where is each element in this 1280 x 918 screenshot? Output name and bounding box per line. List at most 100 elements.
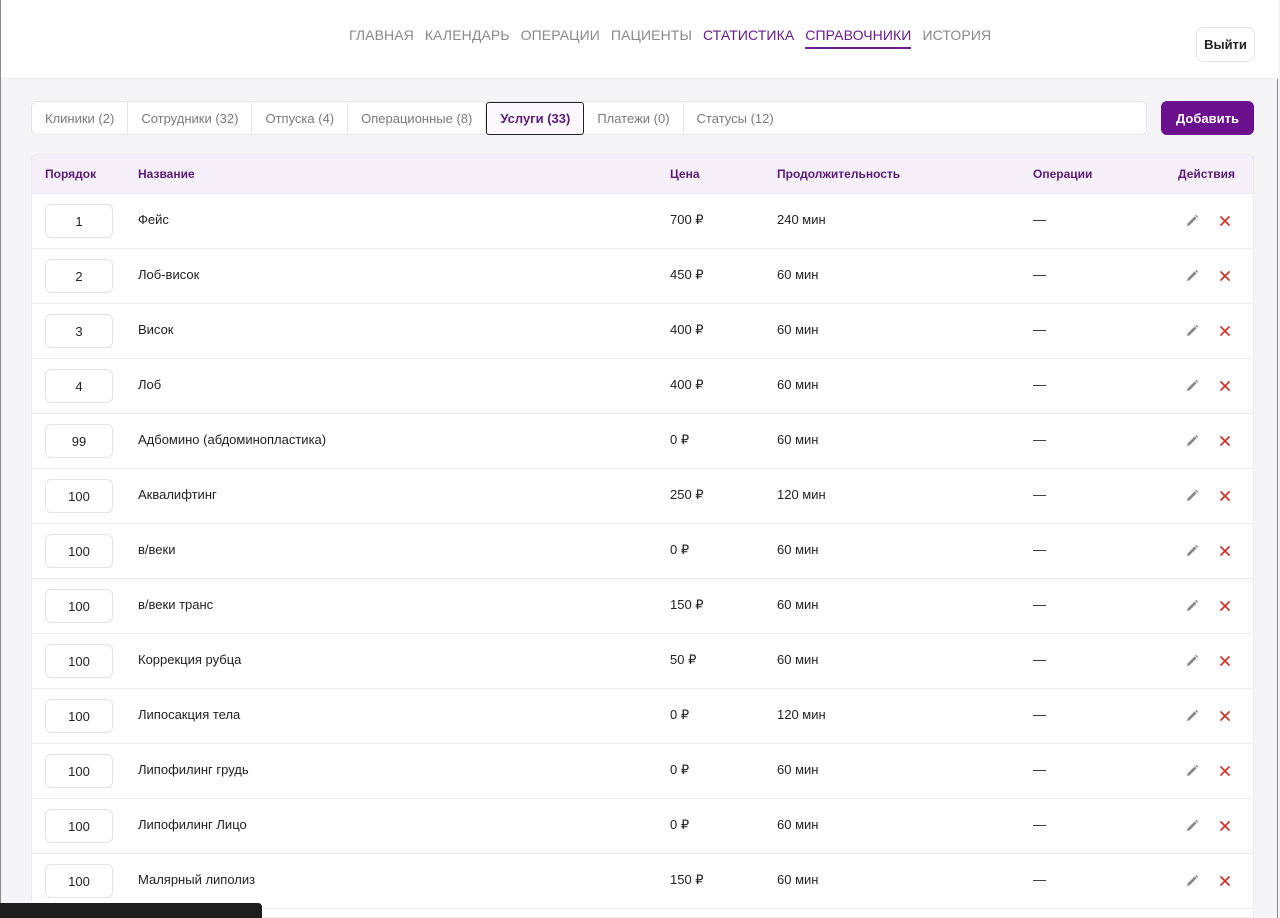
edit-icon[interactable] [1185,379,1199,393]
tab-5[interactable]: Платежи (0) [584,102,684,134]
tab-2[interactable]: Отпуска (4) [252,102,349,134]
nav-item-3[interactable]: ПАЦИЕНТЫ [611,27,692,49]
edit-icon[interactable] [1185,709,1199,723]
service-operations: — [1033,707,1046,722]
service-price: 0 ₽ [670,432,690,447]
order-input[interactable]: 99 [45,424,113,458]
tab-4[interactable]: Услуги (33) [486,102,585,135]
table-row: 1 Фейс 700 ₽ 240 мин — [32,194,1253,249]
service-name: Малярный липолиз [138,872,256,887]
service-name: в/веки транс [138,597,214,612]
header-name[interactable]: Название [138,167,195,181]
table-row: 100 Липосакция тела 0 ₽ 120 мин — [32,689,1253,744]
edit-icon[interactable] [1185,764,1199,778]
service-duration: 60 мин [777,432,819,447]
service-operations: — [1033,377,1046,392]
reference-tabs: Клиники (2) Сотрудники (32) Отпуска (4) Опе… [31,101,1147,135]
delete-icon[interactable] [1218,819,1232,833]
add-button[interactable]: Добавить [1161,101,1254,135]
header-actions: Действия [1178,167,1236,181]
order-input[interactable]: 100 [45,864,113,898]
order-input[interactable]: 100 [45,699,113,733]
nav-item-5[interactable]: СПРАВОЧНИКИ [805,27,912,49]
edit-icon[interactable] [1185,434,1199,448]
tab-1[interactable]: Сотрудники (32) [128,102,253,134]
service-duration: 60 мин [777,322,819,337]
service-name: Адбомино (абдоминопластика) [138,432,327,447]
nav-item-1[interactable]: КАЛЕНДАРЬ [425,27,510,49]
edit-icon[interactable] [1185,544,1199,558]
service-price: 0 ₽ [670,762,690,777]
nav-item-6[interactable]: ИСТОРИЯ [922,27,991,49]
service-operations: — [1033,267,1046,282]
service-price: 400 ₽ [670,377,704,392]
tab-0[interactable]: Клиники (2) [32,102,129,134]
edit-icon[interactable] [1185,324,1199,338]
table-row: 100 в/веки 0 ₽ 60 мин — [32,524,1253,579]
order-input[interactable]: 4 [45,369,113,403]
service-price: 400 ₽ [670,322,704,337]
nav-item-4[interactable]: СТАТИСТИКА [703,27,794,49]
delete-icon[interactable] [1218,434,1232,448]
service-operations: — [1033,322,1046,337]
header-duration[interactable]: Продолжительность [777,167,900,181]
table-row: 100 Коррекция рубца 50 ₽ 60 мин — [32,634,1253,689]
delete-icon[interactable] [1218,489,1232,503]
order-input[interactable]: 1 [45,204,113,238]
order-input[interactable]: 100 [45,644,113,678]
delete-icon[interactable] [1218,709,1232,723]
url-status-tooltip [0,903,262,918]
order-input[interactable]: 100 [45,534,113,568]
service-duration: 60 мин [777,652,819,667]
order-input[interactable]: 100 [45,754,113,788]
nav-item-2[interactable]: ОПЕРАЦИИ [521,27,600,49]
service-operations: — [1033,652,1046,667]
service-price: 250 ₽ [670,487,704,502]
service-price: 150 ₽ [670,597,704,612]
delete-icon[interactable] [1218,599,1232,613]
service-duration: 120 мин [777,707,826,722]
edit-icon[interactable] [1185,489,1199,503]
main-nav: ГЛАВНАЯ КАЛЕНДАРЬ ОПЕРАЦИИ ПАЦИЕНТЫ СТАТИСТИ… [349,27,991,49]
edit-icon[interactable] [1185,654,1199,668]
order-input[interactable]: 100 [45,479,113,513]
order-input[interactable]: 100 [45,809,113,843]
edit-icon[interactable] [1185,599,1199,613]
service-name: Лоб [138,377,162,392]
edit-icon[interactable] [1185,874,1199,888]
service-price: 450 ₽ [670,267,704,282]
delete-icon[interactable] [1218,764,1232,778]
table-row: 100 Липофилинг грудь 0 ₽ 60 мин — [32,744,1253,799]
delete-icon[interactable] [1218,654,1232,668]
nav-item-0[interactable]: ГЛАВНАЯ [349,27,414,49]
delete-icon[interactable] [1218,269,1232,283]
delete-icon[interactable] [1218,214,1232,228]
service-price: 0 ₽ [670,707,690,722]
service-operations: — [1033,542,1046,557]
service-name: в/веки [138,542,176,557]
tab-3[interactable]: Операционные (8) [348,102,487,134]
edit-icon[interactable] [1185,214,1199,228]
delete-icon[interactable] [1218,544,1232,558]
header-operations: Операции [1033,167,1093,181]
table-row: 3 Висок 400 ₽ 60 мин — [32,304,1253,359]
table-row: 100 Аквалифтинг 250 ₽ 120 мин — [32,469,1253,524]
order-input[interactable]: 3 [45,314,113,348]
order-input[interactable]: 2 [45,259,113,293]
edit-icon[interactable] [1185,269,1199,283]
service-operations: — [1033,817,1046,832]
service-price: 50 ₽ [670,652,697,667]
service-duration: 60 мин [777,817,819,832]
delete-icon[interactable] [1218,324,1232,338]
service-price: 700 ₽ [670,212,704,227]
services-table: Порядок Название Цена Продолжительность … [31,154,1254,918]
header-price[interactable]: Цена [670,167,700,181]
tab-6[interactable]: Статусы (12) [684,102,787,134]
service-duration: 60 мин [777,872,819,887]
logout-button[interactable]: Выйти [1196,27,1255,62]
delete-icon[interactable] [1218,379,1232,393]
delete-icon[interactable] [1218,874,1232,888]
edit-icon[interactable] [1185,819,1199,833]
order-input[interactable]: 100 [45,589,113,623]
header-order[interactable]: Порядок [45,167,96,181]
